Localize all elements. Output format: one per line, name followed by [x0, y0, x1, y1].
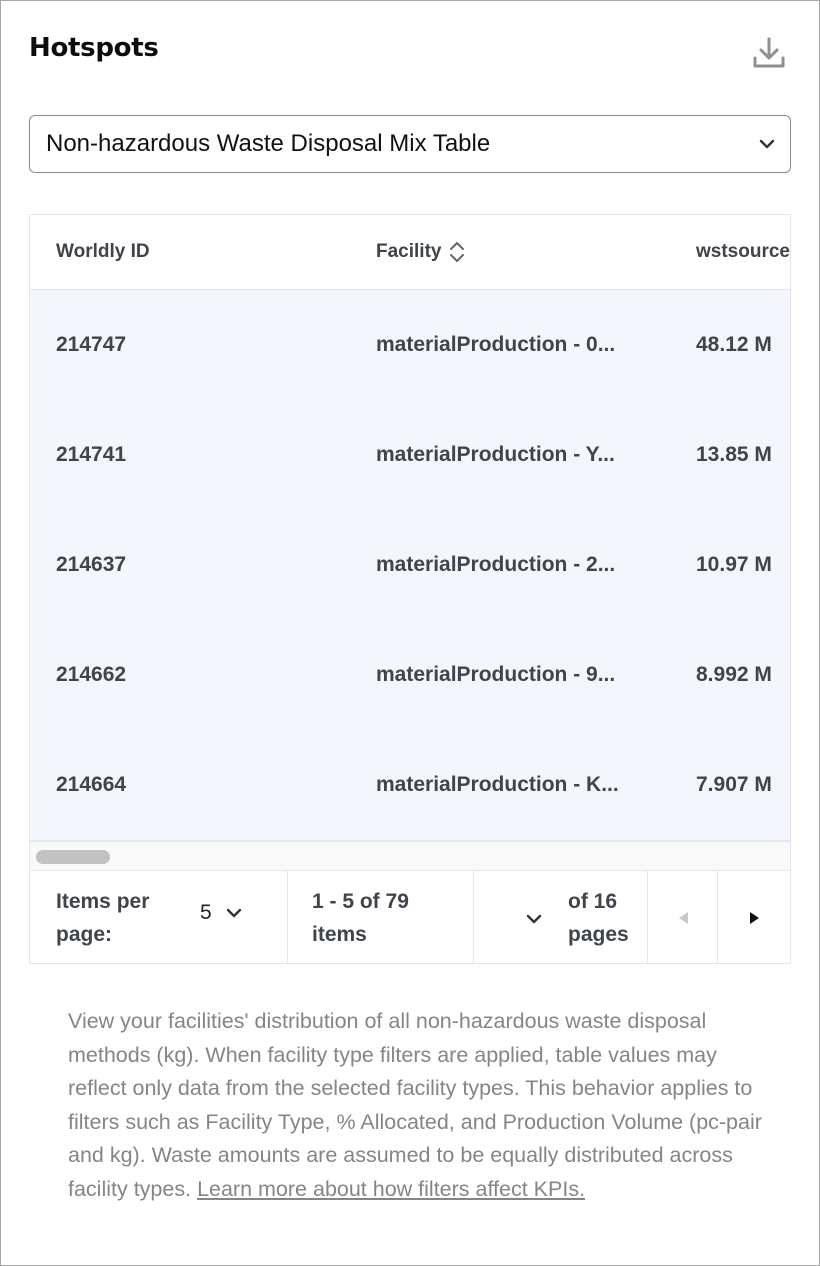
cell-facility: materialProduction - 2...	[376, 510, 642, 620]
download-button[interactable]	[749, 33, 789, 73]
cell-facility: materialProduction - 9...	[376, 620, 642, 730]
sort-icon	[450, 242, 465, 262]
table-type-select[interactable]: Non-hazardous Waste Disposal Mix Table	[29, 115, 791, 173]
table-row[interactable]: 214662 materialProduction - 9... 8.992 M	[30, 620, 790, 731]
chevron-down-icon[interactable]	[524, 909, 544, 929]
horizontal-scrollbar[interactable]	[30, 841, 790, 870]
table-header: Worldly ID Facility wstsource	[30, 215, 790, 290]
caret-right-icon	[750, 912, 759, 924]
column-header-facility[interactable]: Facility	[376, 215, 465, 289]
label-line: of 16	[568, 890, 618, 913]
page-selector: of 16 pages	[474, 871, 648, 963]
cell-worldly-id: 214662	[56, 663, 127, 686]
chevron-down-icon	[226, 908, 241, 918]
label-line: items	[312, 923, 367, 946]
cell-wstsource: 7.907 M	[696, 773, 772, 796]
label-line: Items per	[56, 890, 150, 913]
items-per-page-label: Items per page:	[56, 885, 149, 951]
learn-more-link[interactable]: Learn more about how filters affect KPIs…	[197, 1177, 585, 1201]
table-row[interactable]: 214637 materialProduction - 2... 10.97 M	[30, 510, 790, 621]
label-line: page:	[56, 923, 113, 946]
column-label: wstsource	[696, 241, 790, 262]
cell-worldly-id: 214664	[56, 773, 127, 796]
facility-text: materialProduction - Y...	[376, 443, 615, 466]
cell-worldly-id: 214747	[56, 333, 127, 356]
column-header-wstsource: wstsource	[696, 215, 790, 289]
cell-facility: materialProduction - 0...	[376, 290, 642, 400]
chevron-down-icon	[759, 139, 775, 149]
cell-wstsource: 8.992 M	[696, 663, 772, 686]
label-line: pages	[568, 923, 629, 946]
description: View your facilities' distribution of al…	[68, 1005, 768, 1207]
cell-facility: materialProduction - Y...	[376, 400, 642, 510]
previous-page-button[interactable]	[648, 871, 718, 963]
items-per-page-select[interactable]: 5	[200, 901, 244, 925]
table-row[interactable]: 214741 materialProduction - Y... 13.85 M	[30, 400, 790, 511]
cell-wstsource: 10.97 M	[696, 553, 772, 576]
facility-text: materialProduction - 2...	[376, 553, 616, 576]
facility-text: materialProduction - 0...	[376, 333, 616, 356]
table-row[interactable]: 214747 materialProduction - 0... 48.12 M	[30, 290, 790, 401]
cell-facility: materialProduction - K...	[376, 730, 642, 840]
hotspots-panel: Hotspots Non-hazardous Waste Disposal Mi…	[0, 0, 820, 1266]
facility-text: materialProduction - 9...	[376, 663, 616, 686]
column-header-worldly-id: Worldly ID	[56, 215, 150, 289]
cell-worldly-id: 214637	[56, 553, 127, 576]
download-icon	[753, 37, 785, 68]
hotspots-table: Worldly ID Facility wstsource 214747 mat…	[29, 214, 791, 964]
panel-title: Hotspots	[29, 33, 159, 63]
description-text: View your facilities' distribution of al…	[68, 1009, 762, 1201]
cell-worldly-id: 214741	[56, 443, 127, 466]
items-per-page-value: 5	[200, 901, 212, 924]
column-label: Worldly ID	[56, 241, 150, 262]
facility-text: materialProduction - K...	[376, 773, 619, 796]
item-range: 1 - 5 of 79 items	[288, 871, 474, 963]
scrollbar-thumb[interactable]	[36, 850, 110, 864]
label-line: 1 - 5 of 79	[312, 890, 409, 913]
item-range-label: 1 - 5 of 79 items	[312, 885, 409, 951]
cell-wstsource: 48.12 M	[696, 333, 772, 356]
select-value: Non-hazardous Waste Disposal Mix Table	[46, 130, 491, 157]
column-label: Facility	[376, 241, 442, 262]
caret-left-icon	[678, 912, 688, 924]
items-per-page: Items per page: 5	[30, 871, 288, 963]
page-count-label: of 16 pages	[568, 885, 629, 951]
next-page-button[interactable]	[718, 871, 790, 963]
pagination-bar: Items per page: 5 1 - 5 of 79 items of 1…	[30, 870, 790, 963]
cell-wstsource: 13.85 M	[696, 443, 772, 466]
table-row[interactable]: 214664 materialProduction - K... 7.907 M	[30, 730, 790, 841]
